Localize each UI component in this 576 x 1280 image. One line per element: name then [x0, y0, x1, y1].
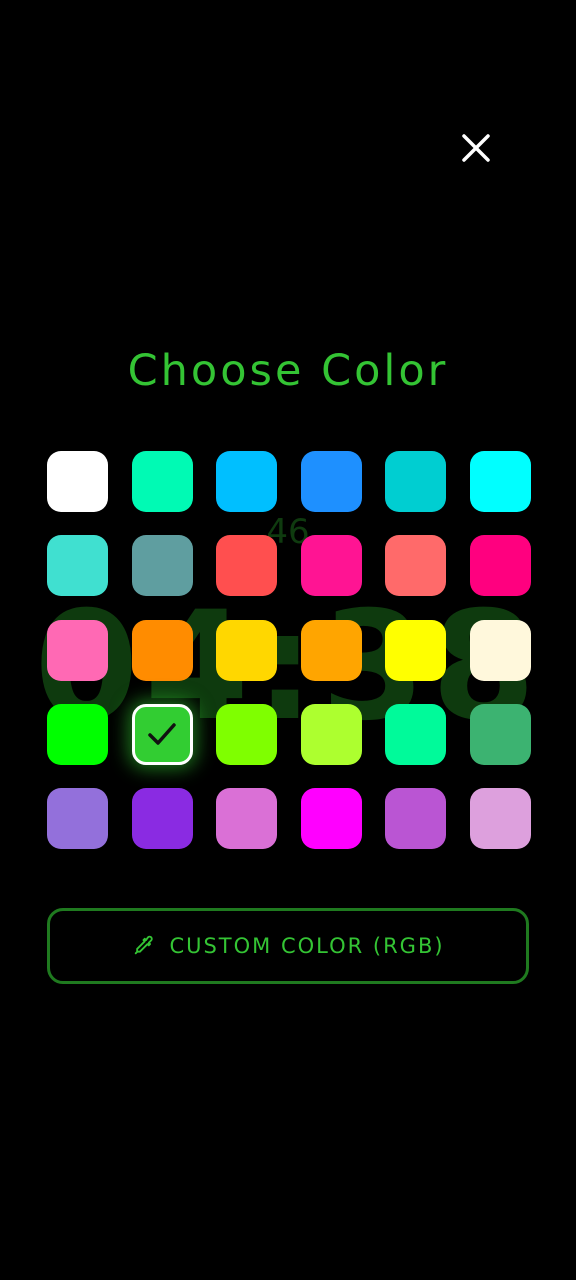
custom-color-label: CUSTOM COLOR (RGB) [169, 934, 445, 958]
color-swatch[interactable] [216, 703, 277, 765]
color-swatch[interactable] [131, 788, 193, 850]
color-grid [47, 451, 531, 872]
color-swatch[interactable] [131, 703, 193, 765]
color-swatch[interactable] [300, 535, 362, 597]
color-swatch[interactable] [216, 788, 277, 850]
color-swatch[interactable] [300, 451, 362, 512]
color-swatch[interactable] [216, 619, 277, 681]
color-swatch[interactable] [131, 619, 193, 681]
checkmark-icon [135, 707, 190, 762]
color-swatch[interactable] [469, 788, 531, 850]
color-swatch[interactable] [300, 619, 362, 681]
custom-color-button[interactable]: CUSTOM COLOR (RGB) [47, 908, 529, 984]
color-swatch[interactable] [47, 703, 108, 765]
color-swatch[interactable] [300, 788, 362, 850]
dialog-title: Choose Color [127, 346, 449, 396]
color-swatch[interactable] [469, 451, 531, 512]
color-swatch[interactable] [131, 451, 193, 512]
color-swatch[interactable] [216, 451, 277, 512]
eyedropper-icon [131, 934, 155, 958]
color-swatch[interactable] [47, 535, 108, 597]
color-swatch[interactable] [47, 619, 108, 681]
color-swatch[interactable] [385, 703, 446, 765]
close-icon [462, 134, 490, 162]
color-swatch[interactable] [469, 535, 531, 597]
color-swatch[interactable] [385, 451, 446, 512]
close-button[interactable] [454, 126, 498, 170]
color-swatch[interactable] [385, 619, 446, 681]
color-swatch[interactable] [47, 788, 108, 850]
color-swatch[interactable] [300, 703, 362, 765]
color-swatch[interactable] [47, 451, 108, 512]
color-swatch[interactable] [469, 619, 531, 681]
color-swatch[interactable] [385, 788, 446, 850]
color-swatch[interactable] [469, 703, 531, 765]
color-swatch[interactable] [216, 535, 277, 597]
color-swatch[interactable] [131, 535, 193, 597]
color-swatch[interactable] [385, 535, 446, 597]
